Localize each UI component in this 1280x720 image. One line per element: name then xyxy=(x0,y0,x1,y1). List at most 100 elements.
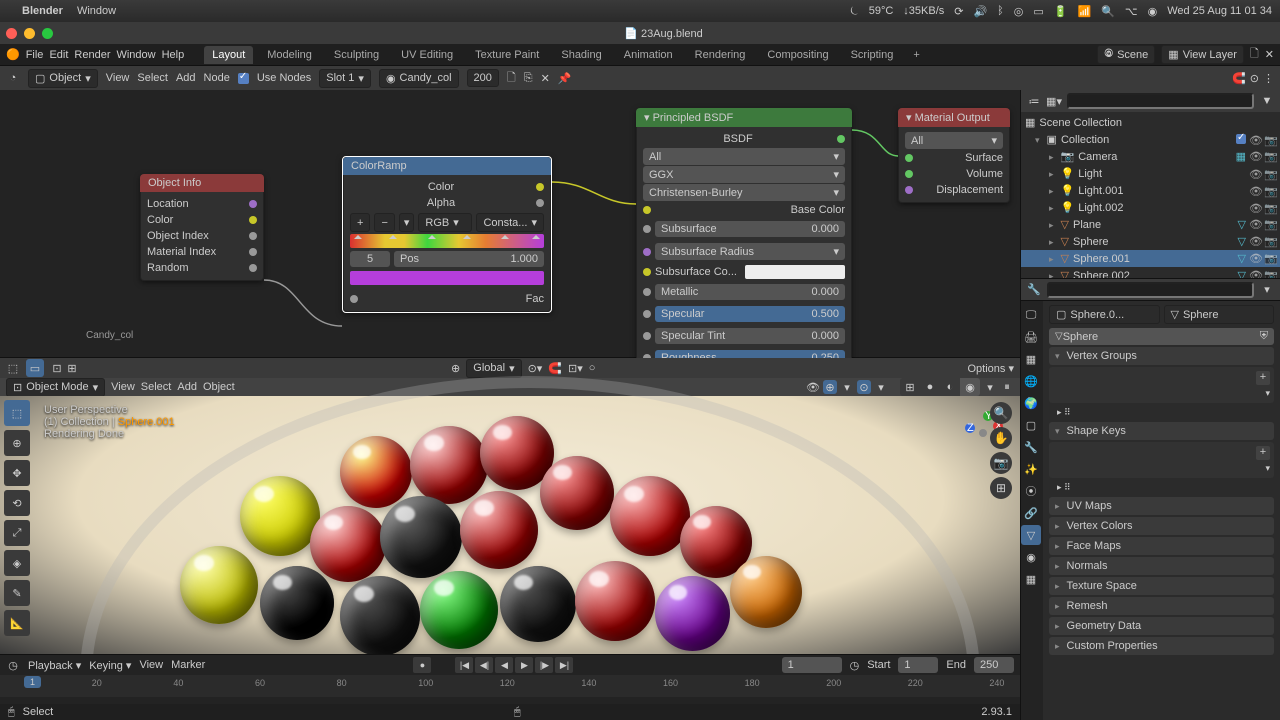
overlay-icon[interactable]: ⊙ xyxy=(857,380,871,394)
output-target[interactable]: All▾ xyxy=(905,132,1003,149)
bsdf-subsurface[interactable]: Subsurface0.000 xyxy=(655,221,845,237)
battery-icon[interactable]: 🔋 xyxy=(1054,5,1068,18)
shading-options-icon[interactable]: ▾ xyxy=(983,380,997,394)
pin-icon[interactable]: 📌 xyxy=(558,72,572,85)
search-icon[interactable]: 🔍 xyxy=(1101,5,1115,18)
workspace-scripting[interactable]: Scripting xyxy=(843,46,902,64)
perspective-toggle-icon[interactable]: ⊞ xyxy=(990,477,1012,499)
tab-data[interactable]: ▽ xyxy=(1021,525,1041,545)
editor-type-icon[interactable]: 🔧 xyxy=(1027,283,1041,297)
outliner-item[interactable]: ▽Sphere.002▽👁📷 xyxy=(1021,267,1280,278)
outliner-item[interactable]: ▽Plane▽👁📷 xyxy=(1021,216,1280,233)
snap-icon[interactable]: 🧲 xyxy=(1232,72,1246,85)
menu-edit[interactable]: Edit xyxy=(49,49,68,61)
clock[interactable]: Wed 25 Aug 11 01 34 xyxy=(1167,5,1272,17)
outliner-item[interactable]: 📷Camera▦👁📷 xyxy=(1021,148,1280,165)
shader-type-selector[interactable]: ▢ Object ▾ xyxy=(28,69,98,88)
node-material-output[interactable]: ▾ Material Output All▾ Surface Volume Di… xyxy=(898,108,1010,203)
ramp-colormode[interactable]: RGB ▾ xyxy=(418,213,472,232)
menu-window[interactable]: Window xyxy=(77,5,116,17)
shading-solid[interactable]: ● xyxy=(920,378,940,396)
bluetooth-icon[interactable]: ᛒ xyxy=(997,5,1004,17)
orientation-icon[interactable]: ⊕ xyxy=(451,362,460,375)
menu-render[interactable]: Render xyxy=(74,49,110,61)
outliner-item[interactable]: 💡Light.002👁📷 xyxy=(1021,199,1280,216)
tl-menu-marker[interactable]: Marker xyxy=(171,659,205,671)
node-menu-view[interactable]: View xyxy=(106,72,130,84)
editor-type-icon[interactable]: ≔ xyxy=(1027,94,1041,108)
data-name-field[interactable]: ▽ Sphere⛨ xyxy=(1049,328,1274,345)
overlay-toggle-icon[interactable]: ⊕ xyxy=(823,380,837,394)
add-vertex-group[interactable]: + xyxy=(1256,371,1270,385)
maximize-window-button[interactable] xyxy=(42,28,53,39)
close-window-button[interactable] xyxy=(6,28,17,39)
tl-menu-playback[interactable]: Playback ▾ xyxy=(28,659,81,672)
control-center-icon[interactable]: ⌥ xyxy=(1125,5,1138,18)
menu-help[interactable]: Help xyxy=(162,49,185,61)
siri-icon[interactable]: ◉ xyxy=(1148,5,1158,18)
ramp-add-stop[interactable]: + xyxy=(350,213,370,232)
camera-view-icon[interactable]: 📷 xyxy=(990,452,1012,474)
shading-rendered[interactable]: ◉ xyxy=(960,378,980,396)
panel-uv-maps[interactable]: UV Maps xyxy=(1049,497,1274,515)
end-frame[interactable]: 250 xyxy=(974,657,1014,673)
panel-normals[interactable]: Normals xyxy=(1049,557,1274,575)
minimize-window-button[interactable] xyxy=(24,28,35,39)
outliner-item[interactable]: 💡Light👁📷 xyxy=(1021,165,1280,182)
select-mode-icon[interactable]: ⊞ xyxy=(65,361,79,375)
material-new-button[interactable]: 🗋 xyxy=(507,69,516,88)
editor-type-icon[interactable]: ◷ xyxy=(6,658,20,672)
keyframe-prev-button[interactable]: ◀| xyxy=(475,657,493,673)
overlay-drop-icon[interactable]: ▾ xyxy=(874,380,888,394)
material-selector[interactable]: ◉ Candy_col xyxy=(379,69,459,88)
new-viewlayer-button[interactable]: 🗋 xyxy=(1250,45,1259,64)
workspace-sculpting[interactable]: Sculpting xyxy=(326,46,387,64)
tab-particles[interactable]: ✨ xyxy=(1021,459,1041,479)
workspace-modeling[interactable]: Modeling xyxy=(259,46,320,64)
node-header[interactable]: Object Info xyxy=(140,174,264,192)
select-mode-icon[interactable]: ⊡ xyxy=(50,361,64,375)
playhead[interactable]: 1 xyxy=(24,676,41,688)
vp-menu-add[interactable]: Add xyxy=(177,381,197,393)
workspace-texturepaint[interactable]: Texture Paint xyxy=(467,46,547,64)
panel-remesh[interactable]: Remesh xyxy=(1049,597,1274,615)
bsdf-specular[interactable]: Specular0.500 xyxy=(655,306,845,322)
shading-wireframe[interactable]: ⊞ xyxy=(900,378,920,396)
editor-type-icon[interactable]: ⬚ xyxy=(6,361,20,375)
context-object[interactable]: ▢ Sphere.0... xyxy=(1049,305,1160,324)
pan-icon[interactable]: ✋ xyxy=(990,427,1012,449)
display-icon[interactable]: ▭ xyxy=(1033,5,1043,18)
tool-select-box[interactable]: ⬚ xyxy=(4,400,30,426)
tab-constraints[interactable]: 🔗 xyxy=(1021,503,1041,523)
add-shape-key[interactable]: + xyxy=(1256,446,1270,460)
node-options-icon[interactable]: ⋮ xyxy=(1263,72,1274,85)
jump-start-button[interactable]: |◀ xyxy=(455,657,473,673)
collection-row[interactable]: ▣Collection👁📷 xyxy=(1021,131,1280,148)
node-header[interactable]: ▾ Material Output xyxy=(898,108,1010,127)
pause-render-icon[interactable]: ⏸ xyxy=(1000,380,1014,394)
viewlayer-selector[interactable]: ▦ View Layer xyxy=(1161,45,1244,64)
mode-selector[interactable]: ⊡ Object Mode ▾ xyxy=(6,378,105,397)
clock-icon[interactable]: ◷ xyxy=(850,659,860,672)
bsdf-specular-tint[interactable]: Specular Tint0.000 xyxy=(655,328,845,344)
snap-icon[interactable]: 🧲 xyxy=(548,362,562,375)
tool-transform[interactable]: ◈ xyxy=(4,550,30,576)
material-unlink-button[interactable]: ✕ xyxy=(541,72,550,85)
menu-window[interactable]: Window xyxy=(116,49,155,61)
vp-menu-select[interactable]: Select xyxy=(141,381,172,393)
node-principled-bsdf[interactable]: ▾ Principled BSDF BSDF All▾ GGX▾ Christe… xyxy=(636,108,852,374)
workspace-uvediting[interactable]: UV Editing xyxy=(393,46,461,64)
pivot-icon[interactable]: ⊙▾ xyxy=(528,362,543,375)
node-menu-add[interactable]: Add xyxy=(176,72,196,84)
node-editor[interactable]: Object Info Location Color Object Index … xyxy=(0,90,1020,358)
vp-menu-object[interactable]: Object xyxy=(203,381,235,393)
audio-icon[interactable]: 🔊 xyxy=(973,5,987,18)
timeline-ruler[interactable]: 1 20 40 60 80 100 120 140 160 180 200 22… xyxy=(0,675,1020,697)
tool-scale[interactable]: ⤢ xyxy=(4,520,30,546)
xray-icon[interactable]: ▾ xyxy=(840,380,854,394)
play-button[interactable]: ▶ xyxy=(515,657,533,673)
filter-icon[interactable]: ▼ xyxy=(1260,94,1274,108)
tab-texture[interactable]: ▦ xyxy=(1021,569,1041,589)
tab-render[interactable]: 🖵 xyxy=(1021,305,1041,325)
color-ramp-gradient[interactable] xyxy=(350,234,544,248)
